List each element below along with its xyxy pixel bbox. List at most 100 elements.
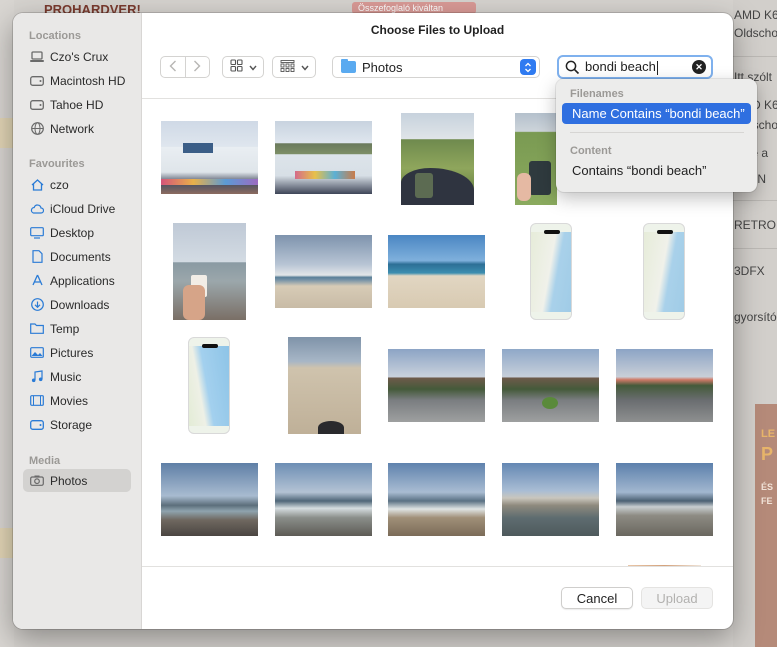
sidebar-item-documents[interactable]: Documents (23, 245, 131, 268)
map-screenshot-thumbnail[interactable] (188, 337, 230, 434)
drive-icon (30, 418, 44, 432)
search-value: bondi beach (585, 59, 656, 75)
chevron-left-icon (169, 60, 177, 75)
camera-icon (30, 474, 44, 488)
background-text: RETRO (734, 218, 776, 232)
photo-thumbnail[interactable] (388, 349, 485, 422)
cancel-button[interactable]: Cancel (561, 587, 633, 609)
photo-thumbnail[interactable] (502, 463, 599, 536)
suggestion-name-contains[interactable]: Name Contains “bondi beach” (562, 103, 751, 124)
photo-thumbnail[interactable] (616, 463, 713, 536)
background-left-strip (0, 0, 14, 647)
background-text: 3DFX (734, 264, 765, 278)
document-icon (30, 250, 44, 264)
sidebar-item-label: Movies (50, 393, 89, 408)
up-down-chevron-icon (520, 59, 536, 75)
sidebar-item-applications[interactable]: Applications (23, 269, 131, 292)
search-suggestions-menu: Filenames Name Contains “bondi beach” Co… (556, 79, 757, 192)
back-button[interactable] (161, 57, 185, 77)
background-promo-text: P (761, 444, 774, 464)
sidebar-item-label: Documents (50, 249, 111, 264)
photo-thumbnail[interactable] (173, 223, 246, 320)
sidebar-item-label: Storage (50, 417, 93, 432)
background-text: gyorsító (734, 310, 777, 324)
photo-thumbnail[interactable] (616, 349, 713, 422)
photo-thumbnail[interactable] (502, 349, 599, 422)
applications-icon (30, 274, 44, 288)
sidebar-item-label: iCloud Drive (50, 201, 116, 216)
group-by-button[interactable] (272, 56, 316, 78)
photo-thumbnail[interactable] (288, 337, 361, 434)
photo-thumbnail[interactable] (161, 121, 258, 194)
chevron-down-icon (300, 60, 309, 74)
folder-icon (30, 322, 44, 336)
sidebar-section-media: Media (29, 455, 61, 467)
photo-thumbnail[interactable] (275, 121, 372, 194)
photo-thumbnail[interactable] (388, 463, 485, 536)
suggestion-content-contains[interactable]: Contains “bondi beach” (562, 160, 751, 181)
sidebar-item-pictures[interactable]: Pictures (23, 341, 131, 364)
sidebar-item-movies[interactable]: Movies (23, 389, 131, 412)
forward-button[interactable] (186, 57, 210, 77)
globe-icon (30, 122, 44, 136)
sidebar-item-label: Tahoe HD (50, 97, 104, 112)
sidebar-item-downloads[interactable]: Downloads (23, 293, 131, 316)
chevron-right-icon (193, 60, 201, 75)
photo-thumbnail[interactable] (161, 463, 258, 536)
sidebar-item-label: Network (50, 121, 95, 136)
drive-icon (30, 98, 44, 112)
sidebar-item-label: Desktop (50, 225, 95, 240)
photo-thumbnail[interactable] (275, 235, 372, 308)
sidebar-item-music[interactable]: Music (23, 365, 131, 388)
sidebar-item-tahoe-hd[interactable]: Tahoe HD (23, 93, 131, 116)
location-popup[interactable]: Photos (332, 56, 540, 78)
navigation-buttons (160, 56, 210, 78)
location-label: Photos (362, 59, 403, 75)
suggestions-section-filenames: Filenames (570, 88, 624, 100)
clear-search-icon[interactable]: ✕ (692, 60, 706, 74)
photo-thumbnail[interactable] (401, 113, 474, 205)
view-mode-button[interactable] (222, 56, 264, 78)
dialog-title: Choose Files to Upload (370, 23, 505, 37)
sidebar-item-czo[interactable]: czo (23, 173, 131, 196)
sidebar-item-temp[interactable]: Temp (23, 317, 131, 340)
sidebar-item-label: Temp (50, 321, 80, 336)
sidebar-item-czos-crux[interactable]: Czo's Crux (23, 45, 131, 68)
search-input: bondi beach (585, 59, 692, 75)
download-icon (30, 298, 44, 312)
photo-thumbnail[interactable] (515, 113, 557, 205)
sidebar-section-locations: Locations (29, 30, 81, 42)
pictures-icon (30, 346, 44, 360)
movies-icon (30, 394, 44, 408)
search-field[interactable]: bondi beach ✕ (557, 55, 713, 79)
sidebar-item-storage[interactable]: Storage (23, 413, 131, 436)
music-icon (30, 370, 44, 384)
folder-icon (341, 59, 356, 73)
laptop-icon (30, 50, 44, 64)
background-divider (733, 200, 777, 201)
sidebar-item-label: Czo's Crux (50, 49, 109, 64)
upload-button[interactable]: Upload (641, 587, 713, 609)
sidebar-item-label: Pictures (50, 345, 94, 360)
photo-thumbnail[interactable] (275, 463, 372, 536)
suggestions-section-content: Content (570, 145, 612, 157)
background-text: Oldscho (734, 26, 777, 40)
sidebar-item-macintosh-hd[interactable]: Macintosh HD (23, 69, 131, 92)
sidebar-item-label: Music (50, 369, 82, 384)
background-promo-text: FE (761, 496, 773, 506)
sidebar-item-icloud-drive[interactable]: iCloud Drive (23, 197, 131, 220)
sidebar-section-favourites: Favourites (29, 158, 85, 170)
background-promo-text: ÉS (761, 482, 774, 492)
background-divider (733, 56, 777, 57)
map-screenshot-thumbnail[interactable] (530, 223, 572, 320)
photo-thumbnail[interactable] (388, 235, 485, 308)
sidebar: Locations Czo's Crux Macintosh HD Tahoe … (13, 13, 142, 629)
map-screenshot-thumbnail[interactable] (643, 223, 685, 320)
footer-divider (142, 566, 733, 567)
group-grid-icon (280, 59, 295, 75)
sidebar-item-photos[interactable]: Photos (23, 469, 131, 492)
chevron-down-icon (248, 60, 257, 74)
background-highlight (0, 118, 14, 148)
sidebar-item-desktop[interactable]: Desktop (23, 221, 131, 244)
sidebar-item-network[interactable]: Network (23, 117, 131, 140)
